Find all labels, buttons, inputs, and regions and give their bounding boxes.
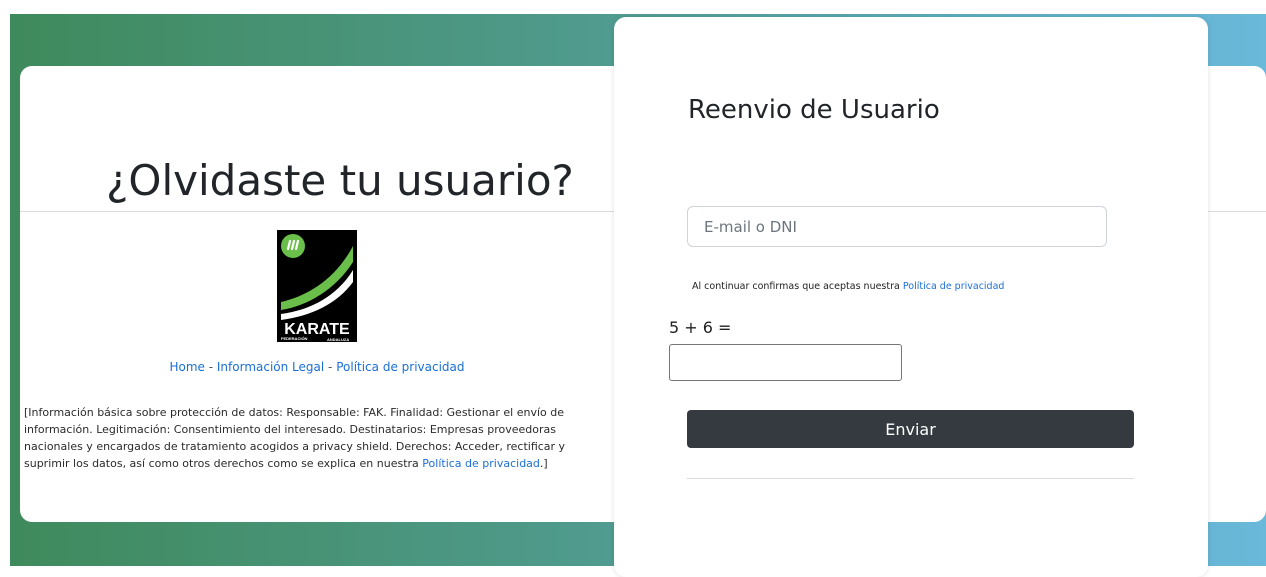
home-link[interactable]: Home — [169, 360, 204, 374]
email-dni-input[interactable] — [687, 206, 1107, 247]
form-card: Reenvio de Usuario Al continuar confirma… — [614, 17, 1208, 577]
legal-info-link[interactable]: Información Legal — [217, 360, 324, 374]
consent-text: Al continuar confirmas que aceptas nuest… — [692, 281, 900, 292]
link-separator: - — [324, 360, 337, 374]
data-protection-notice: [Información básica sobre protección de … — [24, 404, 584, 472]
logo-line2: ANDALUZA — [327, 337, 349, 342]
consent-privacy-link[interactable]: Política de privacidad — [903, 281, 1005, 292]
footer-links: Home - Información Legal - Política de p… — [20, 360, 614, 374]
legal-end: .] — [539, 457, 548, 470]
karate-federation-logo: KARATE FEDERACIÓN ANDALUZA — [277, 230, 357, 342]
logo-line1: FEDERACIÓN — [281, 336, 308, 341]
form-title: Reenvio de Usuario — [688, 95, 940, 125]
legal-privacy-link[interactable]: Política de privacidad — [422, 457, 540, 470]
page-title: ¿Olvidaste tu usuario? — [106, 156, 574, 205]
consent-notice: Al continuar confirmas que aceptas nuest… — [692, 281, 1004, 292]
form-divider — [687, 478, 1134, 479]
submit-button[interactable]: Enviar — [687, 410, 1134, 448]
privacy-policy-link[interactable]: Política de privacidad — [336, 360, 464, 374]
captcha-question: 5 + 6 = — [669, 318, 732, 337]
captcha-answer-input[interactable] — [669, 344, 902, 381]
link-separator: - — [204, 360, 217, 374]
